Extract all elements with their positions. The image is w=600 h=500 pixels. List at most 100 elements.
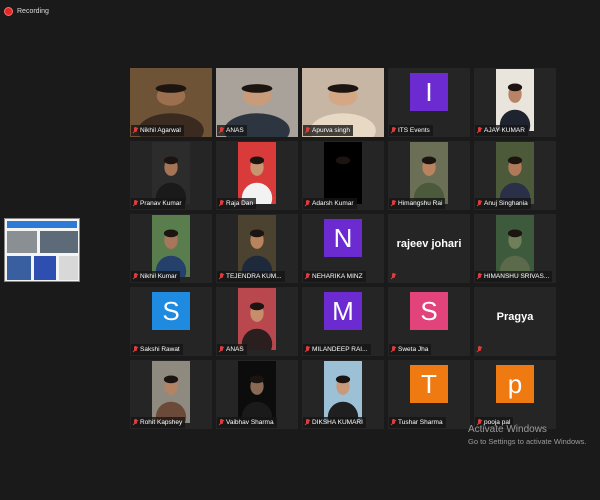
windows-activation-watermark: Activate Windows Go to Settings to activ… xyxy=(468,424,586,446)
participant-tile[interactable]: T Tushar Sharma xyxy=(388,360,470,429)
muted-mic-icon xyxy=(305,419,310,426)
muted-mic-icon xyxy=(305,273,310,280)
participant-tile[interactable]: N NEHARIKA MINZ xyxy=(302,214,384,283)
muted-mic-icon xyxy=(391,346,396,353)
participant-photo xyxy=(152,215,190,277)
participant-tile[interactable]: ANAS xyxy=(216,68,298,137)
participant-name: ANAS xyxy=(226,127,244,134)
participant-name: Pranav Kumar xyxy=(140,200,182,207)
muted-mic-icon xyxy=(219,419,224,426)
participant-tile[interactable]: Pragya xyxy=(474,287,556,356)
participant-tile[interactable]: Apurva singh xyxy=(302,68,384,137)
recording-icon xyxy=(4,7,13,16)
participant-display-name: Pragya xyxy=(496,311,534,323)
participant-photo xyxy=(410,142,448,204)
participant-tile[interactable]: ANAS xyxy=(216,287,298,356)
participant-tile[interactable]: Rohit Kapshey xyxy=(130,360,212,429)
participant-name: Raja Dan xyxy=(226,200,254,207)
muted-mic-icon xyxy=(133,346,138,353)
participant-tile[interactable]: Adarsh Kumar xyxy=(302,141,384,210)
participant-tile[interactable]: S Sweta Jha xyxy=(388,287,470,356)
muted-mic-icon xyxy=(391,200,396,207)
participant-avatar: S xyxy=(152,292,190,330)
muted-mic-icon xyxy=(219,127,224,134)
participant-tile[interactable]: AJAY KUMAR xyxy=(474,68,556,137)
muted-mic-icon xyxy=(133,127,138,134)
recording-label: Recording xyxy=(17,8,49,15)
participant-name: Sweta Jha xyxy=(398,346,429,353)
muted-mic-icon xyxy=(133,273,138,280)
participant-name-tag: Nikhil Kumar xyxy=(131,271,180,282)
participant-name: Vaibhav Sharma xyxy=(226,419,274,426)
participant-tile[interactable]: Nikhil Agarwal xyxy=(130,68,212,137)
participant-name-tag xyxy=(389,271,399,282)
participant-tile[interactable]: rajeev johari xyxy=(388,214,470,283)
participant-tile[interactable]: I ITS Events xyxy=(388,68,470,137)
participant-photo xyxy=(324,361,362,423)
participant-avatar: M xyxy=(324,292,362,330)
participant-tile[interactable]: DIKSHA KUMARI xyxy=(302,360,384,429)
participant-tile[interactable]: Vaibhav Sharma xyxy=(216,360,298,429)
participant-tile[interactable]: HIMANSHU SRIVAS... xyxy=(474,214,556,283)
muted-mic-icon xyxy=(391,127,396,134)
shared-screen-image xyxy=(7,231,37,253)
participant-tile[interactable]: Raja Dan xyxy=(216,141,298,210)
watermark-subtitle: Go to Settings to activate Windows. xyxy=(468,437,587,446)
participant-avatar: N xyxy=(324,219,362,257)
participant-name: Sakshi Rawat xyxy=(140,346,180,353)
participant-display-name: rajeev johari xyxy=(396,238,462,250)
participant-name: ITS Events xyxy=(398,127,430,134)
participant-name: Anuj Singhania xyxy=(484,200,528,207)
participant-tile[interactable]: Anuj Singhania xyxy=(474,141,556,210)
participant-photo xyxy=(324,142,362,204)
participant-name: Adarsh Kumar xyxy=(312,200,354,207)
participant-name-tag: Tushar Sharma xyxy=(389,417,446,428)
participant-name-tag: Raja Dan xyxy=(217,198,257,209)
participant-name: Nikhil Agarwal xyxy=(140,127,181,134)
participant-photo xyxy=(238,288,276,350)
participant-name: MILANDEEP RAI... xyxy=(312,346,368,353)
shared-screen-image xyxy=(59,256,78,280)
participant-name-tag: ANAS xyxy=(217,344,247,355)
shared-screen-image xyxy=(7,256,31,280)
participant-tile[interactable]: Himangshu Rai xyxy=(388,141,470,210)
recording-indicator[interactable]: Recording xyxy=(4,7,49,16)
participant-name-tag: Himangshu Rai xyxy=(389,198,446,209)
muted-mic-icon xyxy=(391,273,396,280)
participant-name-tag: Vaibhav Sharma xyxy=(217,417,277,428)
participant-name: Tushar Sharma xyxy=(398,419,443,426)
participant-name: NEHARIKA MINZ xyxy=(312,273,363,280)
participant-photo xyxy=(496,142,534,204)
watermark-title: Activate Windows xyxy=(468,424,547,435)
participant-name: Nikhil Kumar xyxy=(140,273,177,280)
participant-tile[interactable]: S Sakshi Rawat xyxy=(130,287,212,356)
participant-name-tag: Adarsh Kumar xyxy=(303,198,357,209)
participant-name-tag: Rohit Kapshey xyxy=(131,417,186,428)
shared-screen-image xyxy=(40,231,78,253)
participant-photo xyxy=(152,361,190,423)
participant-tile[interactable]: M MILANDEEP RAI... xyxy=(302,287,384,356)
shared-screen-header xyxy=(7,221,77,228)
participant-name-tag: NEHARIKA MINZ xyxy=(303,271,366,282)
muted-mic-icon xyxy=(219,200,224,207)
participant-name-tag: Anuj Singhania xyxy=(475,198,531,209)
muted-mic-icon xyxy=(133,419,138,426)
participant-tile[interactable]: p pooja pal xyxy=(474,360,556,429)
participant-gallery: Nikhil Agarwal ANAS Apurva singh I ITS Event… xyxy=(130,68,556,432)
muted-mic-icon xyxy=(219,273,224,280)
participant-tile[interactable]: TEJENDRA KUM... xyxy=(216,214,298,283)
participant-name: ANAS xyxy=(226,346,244,353)
participant-tile[interactable]: Nikhil Kumar xyxy=(130,214,212,283)
muted-mic-icon xyxy=(477,200,482,207)
participant-avatar: p xyxy=(496,365,534,403)
muted-mic-icon xyxy=(219,346,224,353)
shared-screen-thumbnail[interactable] xyxy=(4,218,80,282)
participant-photo xyxy=(238,215,276,277)
participant-name-tag: HIMANSHU SRIVAS... xyxy=(475,271,553,282)
participant-name: DIKSHA KUMARI xyxy=(312,419,363,426)
muted-mic-icon xyxy=(305,346,310,353)
participant-name-tag: Pranav Kumar xyxy=(131,198,185,209)
participant-name-tag: DIKSHA KUMARI xyxy=(303,417,366,428)
participant-tile[interactable]: Pranav Kumar xyxy=(130,141,212,210)
muted-mic-icon xyxy=(391,419,396,426)
